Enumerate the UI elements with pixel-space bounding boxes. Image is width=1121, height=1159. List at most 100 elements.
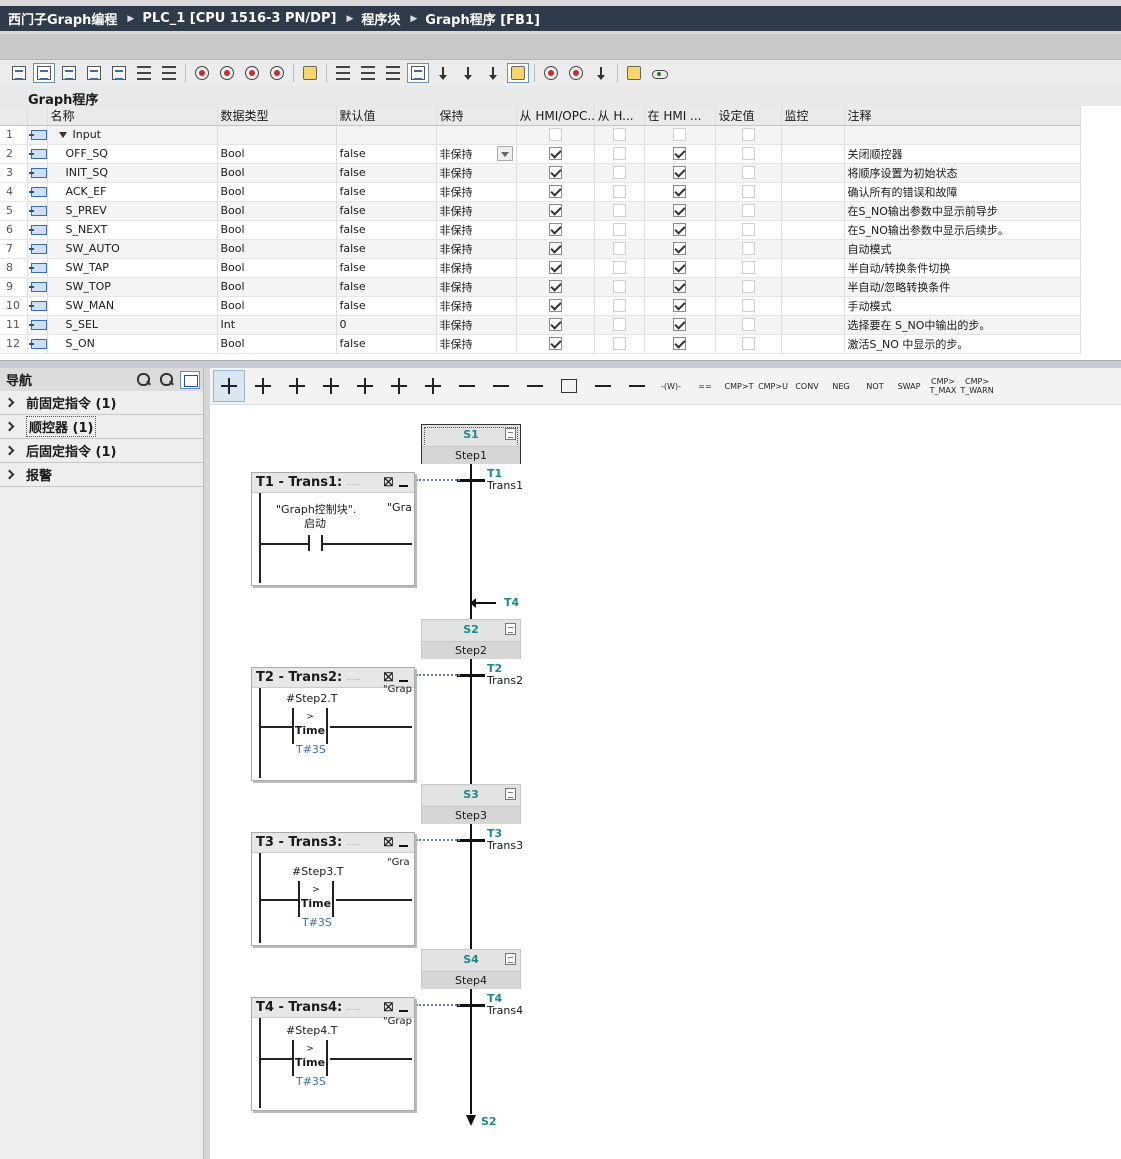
step-note-icon[interactable] <box>505 788 516 800</box>
checkbox-checked[interactable] <box>673 299 686 313</box>
checkbox-checked[interactable] <box>548 166 562 180</box>
cell-comment[interactable]: 手动模式 <box>844 296 1081 316</box>
nc-contact-button[interactable] <box>519 370 551 402</box>
cell-type[interactable]: Bool <box>217 239 337 259</box>
table-row[interactable]: 3 INIT_SQ Bool false 非保持 将顺序设置为初始状态 <box>0 163 1081 183</box>
checkbox[interactable] <box>612 147 626 161</box>
splitter[interactable] <box>0 360 1121 368</box>
cell-name[interactable]: SW_TAP <box>47 258 218 278</box>
transition-t4-bar[interactable] <box>457 1004 485 1007</box>
minimize-icon[interactable] <box>399 679 408 682</box>
toolbar-button-17[interactable] <box>432 63 454 83</box>
cell-retain[interactable]: 非保持 <box>436 277 517 297</box>
toolbar-button-19[interactable] <box>482 63 504 83</box>
step-s1[interactable]: S1 Step1 <box>421 424 521 464</box>
close-network-icon[interactable]: ⛝ <box>384 670 393 685</box>
toolbar-button-7[interactable] <box>158 63 180 83</box>
table-row[interactable]: 9 SW_TOP Bool false 非保持 半自动/忽略转换条件 <box>0 277 1081 297</box>
step-note-icon[interactable] <box>505 623 516 635</box>
toolbar-button-4[interactable] <box>83 63 105 83</box>
cmp-tmax-button[interactable]: CMP> T_MAX <box>927 370 959 402</box>
cell-comment[interactable]: 在S_NO输出参数中显示后续步。 <box>844 220 1081 240</box>
checkbox-checked[interactable] <box>548 337 562 351</box>
toolbar-button-1[interactable] <box>8 63 30 83</box>
cell-type[interactable]: Bool <box>217 296 337 316</box>
table-row[interactable]: 7 SW_AUTO Bool false 非保持 自动模式 <box>0 239 1081 259</box>
minimize-icon[interactable] <box>399 484 408 487</box>
table-row[interactable]: 12 S_ON Bool false 非保持 激活S_NO 中显示的步。 <box>0 334 1081 354</box>
toolbar-button-6[interactable] <box>133 63 155 83</box>
checkbox[interactable] <box>741 166 755 180</box>
conv-button[interactable]: CONV <box>791 370 823 402</box>
col-hmi-write[interactable]: 从 H... <box>594 106 645 126</box>
breadcrumb-blocks[interactable]: 程序块 <box>361 9 400 28</box>
toolbar-button-15[interactable] <box>382 63 404 83</box>
preset-value[interactable]: T#3S <box>296 743 326 756</box>
minimize-icon[interactable] <box>399 844 408 847</box>
checkbox[interactable] <box>612 318 626 332</box>
transition-t2-bar[interactable] <box>457 674 485 677</box>
cell-default[interactable]: false <box>336 258 437 278</box>
checkbox[interactable] <box>741 280 755 294</box>
toolbar-button-18[interactable] <box>457 63 479 83</box>
open-alt-branch-button[interactable] <box>383 370 415 402</box>
swap-button[interactable]: SWAP <box>893 370 925 402</box>
cell-default[interactable]: false <box>336 296 437 316</box>
col-default[interactable]: 默认值 <box>336 106 437 126</box>
insert-jump-button[interactable] <box>315 370 347 402</box>
compare-box[interactable]: > Time <box>292 708 328 744</box>
cell-name[interactable]: SW_AUTO <box>47 239 218 259</box>
cell-comment[interactable]: 将顺序设置为初始状态 <box>844 163 1081 183</box>
col-hmi-access[interactable]: 从 HMI/OPC... <box>516 106 595 126</box>
nav-item-sequencer[interactable]: 顺控器 (1) <box>0 415 203 439</box>
cell-default[interactable]: false <box>336 163 437 183</box>
cell-type[interactable]: Bool <box>217 258 337 278</box>
checkbox[interactable] <box>612 128 626 142</box>
step-s4[interactable]: S4 Step4 <box>421 949 521 989</box>
insert-end-button[interactable] <box>349 370 381 402</box>
compare-box[interactable]: > Time <box>292 1040 328 1076</box>
toolbar-button-11[interactable] <box>266 63 288 83</box>
fit-view-icon[interactable] <box>180 370 200 389</box>
toolbar-button-14[interactable] <box>357 63 379 83</box>
cell-retain[interactable]: 非保持 <box>436 334 517 354</box>
cell-name[interactable]: OFF_SQ <box>47 144 218 164</box>
checkbox-checked[interactable] <box>548 280 562 294</box>
cell-name[interactable]: S_ON <box>47 334 218 354</box>
jump-in-label[interactable]: T4 <box>504 596 519 609</box>
cell-comment[interactable]: 在S_NO输出参数中显示前导步 <box>844 201 1081 221</box>
breadcrumb-plc[interactable]: PLC_1 [CPU 1516-3 PN/DP] <box>142 11 336 26</box>
not-button[interactable]: NOT <box>859 370 891 402</box>
toolbar-button-13[interactable] <box>332 63 354 83</box>
zoom-out-icon[interactable] <box>157 371 177 389</box>
checkbox-checked[interactable] <box>548 261 562 275</box>
cell-retain[interactable]: 非保持 <box>436 182 517 202</box>
checkbox-checked[interactable] <box>673 261 686 275</box>
checkbox-checked[interactable] <box>548 242 562 256</box>
close-branch-button[interactable] <box>451 370 483 402</box>
neg-button[interactable]: NEG <box>825 370 857 402</box>
table-row[interactable]: 5 S_PREV Bool false 非保持 在S_NO输出参数中显示前导步 <box>0 201 1081 221</box>
checkbox-checked[interactable] <box>548 299 562 313</box>
checkbox-checked[interactable] <box>673 223 686 237</box>
checkbox[interactable] <box>741 128 755 142</box>
cell-comment[interactable]: 关闭顺控器 <box>844 144 1081 164</box>
cell-name[interactable]: S_NEXT <box>47 220 218 240</box>
cell-retain[interactable]: 非保持 <box>436 239 517 259</box>
cell-default[interactable]: false <box>336 144 437 164</box>
checkbox-checked[interactable] <box>673 318 686 332</box>
checkbox-checked[interactable] <box>673 242 686 256</box>
cell-comment[interactable]: 半自动/忽略转换条件 <box>844 277 1081 297</box>
cell-name[interactable]: S_SEL <box>47 315 218 335</box>
checkbox-checked[interactable] <box>673 166 686 180</box>
toolbar-button-24[interactable] <box>623 63 645 83</box>
toolbar-button-10[interactable] <box>241 63 263 83</box>
open-branch-button[interactable] <box>587 370 619 402</box>
cell-retain[interactable]: 非保持 <box>436 163 517 183</box>
empty-box-button[interactable] <box>553 370 585 402</box>
toolbar-button-25[interactable] <box>648 63 670 83</box>
cell-retain[interactable]: 非保持 <box>436 258 517 278</box>
cell-type[interactable]: Bool <box>217 220 337 240</box>
breadcrumb-fb1[interactable]: Graph程序 [FB1] <box>425 9 540 28</box>
step-note-icon[interactable] <box>505 428 516 440</box>
